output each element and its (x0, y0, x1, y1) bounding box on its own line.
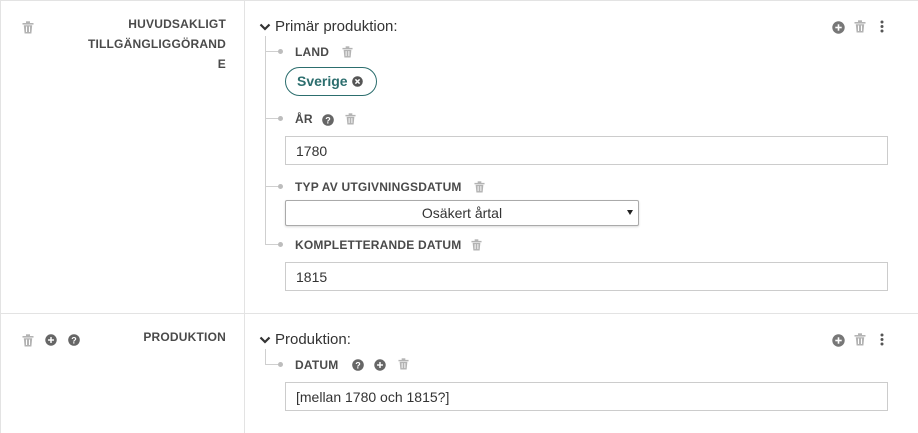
question-circle-icon[interactable]: ? (352, 359, 364, 371)
frame-left (0, 0, 1, 433)
svg-text:?: ? (325, 115, 331, 125)
trash-icon[interactable] (22, 334, 34, 347)
plus-circle-icon[interactable] (374, 359, 386, 371)
trash-icon[interactable] (22, 21, 34, 34)
tag-label: Sverige (297, 73, 348, 89)
supplementary-date-input[interactable]: 1815 (285, 262, 888, 291)
field-label: HUVUDSAKLIGT TILLGÄNGLIGGÖRAND E (87, 17, 226, 71)
group-title: Primär produktion: (275, 18, 398, 35)
chevron-down-icon[interactable] (259, 22, 271, 32)
plus-circle-icon[interactable] (832, 21, 845, 34)
plus-circle-icon[interactable] (832, 334, 845, 347)
row-divider (0, 313, 918, 314)
group-title: Produktion: (275, 331, 351, 348)
date-input[interactable]: [mellan 1780 och 1815?] (285, 382, 888, 411)
country-tag[interactable]: Sverige (285, 67, 377, 96)
more-vertical-icon[interactable] (879, 20, 885, 33)
trash-icon[interactable] (854, 20, 866, 33)
tree-dot (278, 362, 283, 367)
date-type-select[interactable]: Osäkert årtal (285, 200, 639, 226)
trash-icon[interactable] (342, 46, 353, 58)
column-divider (244, 0, 245, 433)
question-circle-icon[interactable]: ? (322, 114, 334, 126)
tree-line (265, 36, 266, 245)
field-label: PRODUKTION (143, 330, 226, 344)
question-circle-icon[interactable]: ? (68, 334, 80, 346)
more-vertical-icon[interactable] (879, 333, 885, 346)
trash-icon[interactable] (854, 333, 866, 346)
supplementary-date-label: KOMPLETTERANDE DATUM (295, 238, 462, 252)
svg-text:?: ? (355, 360, 361, 370)
year-input[interactable]: 1780 (285, 136, 888, 165)
tree-branch (265, 51, 279, 52)
date-type-label: TYP AV UTGIVNINGSDATUM (295, 180, 462, 194)
tree-branch (265, 244, 279, 245)
tree-dot (278, 116, 283, 121)
select-value: Osäkert årtal (421, 205, 503, 221)
tree-dot (278, 184, 283, 189)
svg-text:?: ? (71, 335, 77, 345)
tree-line (265, 349, 266, 365)
date-label: DATUM (295, 358, 339, 372)
tree-dot (278, 242, 283, 247)
year-label: ÅR (295, 112, 313, 126)
trash-icon[interactable] (345, 113, 356, 125)
tree-branch (265, 364, 279, 365)
trash-icon[interactable] (471, 239, 482, 251)
chevron-down-icon[interactable] (259, 335, 271, 345)
trash-icon[interactable] (474, 181, 485, 193)
tree-branch (265, 186, 279, 187)
plus-circle-icon[interactable] (45, 334, 57, 346)
remove-circle-icon[interactable] (352, 76, 363, 87)
dropdown-caret-icon (627, 210, 633, 215)
tree-branch (265, 118, 279, 119)
tree-dot (278, 49, 283, 54)
trash-icon[interactable] (398, 358, 409, 370)
frame-top (0, 0, 918, 1)
land-label: LAND (295, 45, 330, 59)
